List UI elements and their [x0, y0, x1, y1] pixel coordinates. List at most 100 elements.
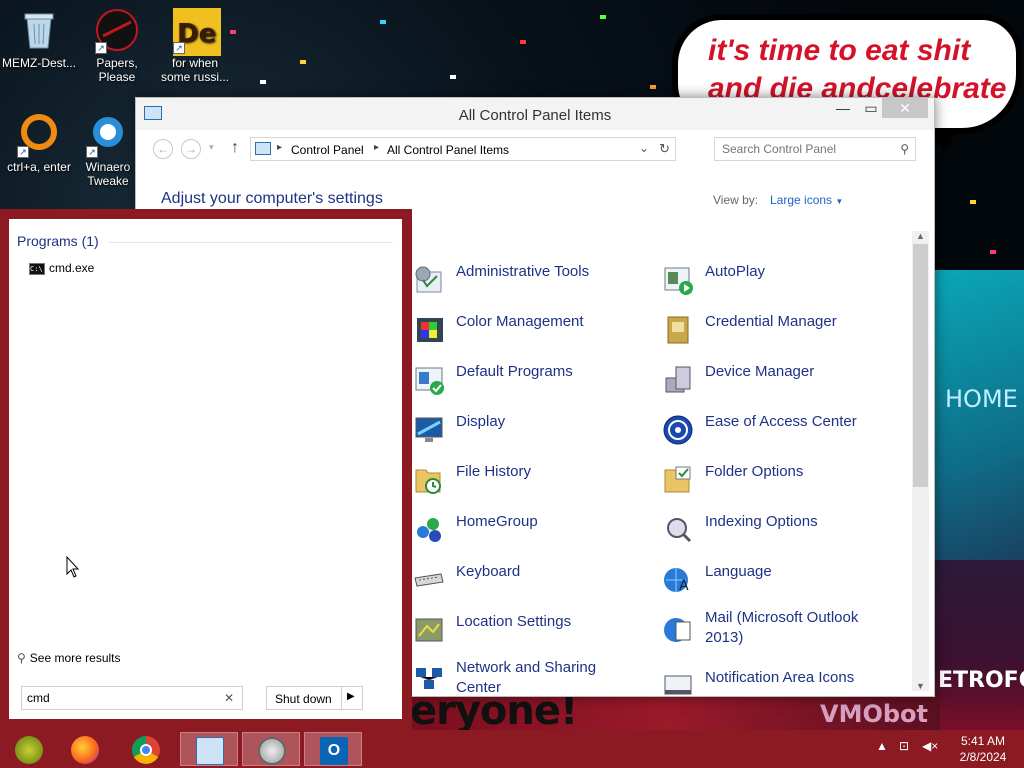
item-label: Color Management — [456, 313, 584, 330]
credential-manager-icon — [662, 314, 694, 346]
breadcrumb-control-panel[interactable]: Control Panel — [291, 143, 364, 157]
desktop-icon-label: MEMZ-Dest... — [2, 56, 76, 70]
item-label: Location Settings — [456, 613, 572, 630]
autoplay-icon — [662, 264, 694, 296]
cp-item-location-settings[interactable]: Location Settings — [413, 612, 633, 652]
scroll-up-icon[interactable]: ▲ — [912, 231, 929, 241]
item-label: AutoPlay — [705, 263, 766, 280]
item-label: Administrative Tools — [456, 263, 590, 280]
recent-locations-icon[interactable]: ▾ — [209, 142, 214, 153]
cp-item-credential-manager[interactable]: Credential Manager — [662, 312, 892, 352]
clock-date: 2/8/2024 — [959, 750, 1007, 764]
network-icon[interactable]: ⊡ — [899, 739, 909, 753]
network-sharing-icon — [413, 660, 445, 692]
cp-item-notification-area[interactable]: Notification Area Icons — [662, 668, 892, 708]
taskbar-safari[interactable] — [242, 732, 300, 766]
ease-of-access-icon — [662, 414, 694, 446]
cp-item-language[interactable]: A Language — [662, 562, 892, 602]
scroll-down-icon[interactable]: ▼ — [912, 681, 929, 691]
cp-item-file-history[interactable]: File History — [413, 462, 633, 502]
cp-item-homegroup[interactable]: HomeGroup — [413, 512, 633, 552]
shutdown-button[interactable]: Shut down ▶ — [266, 686, 363, 710]
vertical-scrollbar[interactable]: ▲ ▼ — [912, 231, 929, 691]
see-more-label: See more results — [29, 651, 121, 665]
cmd-icon: C:\ — [29, 262, 45, 275]
address-bar[interactable]: ▸ Control Panel ▸ All Control Panel Item… — [250, 137, 676, 161]
homegroup-icon — [413, 514, 445, 546]
device-manager-icon — [662, 364, 694, 396]
see-more-results-link[interactable]: ⚲ See more results — [17, 651, 121, 665]
view-by-value: Large icons — [770, 193, 833, 207]
chevron-right-icon: ▸ — [277, 142, 283, 153]
cp-item-indexing-options[interactable]: Indexing Options — [662, 512, 892, 552]
mouse-cursor-icon — [66, 556, 80, 578]
item-label: Display — [456, 413, 506, 430]
minimize-button[interactable]: — — [828, 98, 858, 118]
cp-item-default-programs[interactable]: Default Programs — [413, 362, 633, 402]
forward-button[interactable]: → — [181, 139, 201, 159]
cp-item-administrative-tools[interactable]: Administrative Tools — [413, 262, 633, 302]
taskbar: O ▲ ⊡ ◀× 5:41 AM 2/8/2024 — [0, 730, 1024, 768]
search-input[interactable] — [715, 138, 893, 160]
clock-time: 5:41 AM — [960, 734, 1006, 748]
taskbar-control-panel[interactable] — [180, 732, 238, 766]
divider — [341, 687, 342, 709]
taskbar-firefox[interactable] — [56, 732, 114, 766]
cp-item-ease-of-access[interactable]: Ease of Access Center — [662, 412, 892, 452]
cp-item-folder-options[interactable]: Folder Options — [662, 462, 892, 502]
taskbar-chrome[interactable] — [117, 732, 175, 766]
result-item-cmd[interactable]: C:\ cmd.exe — [29, 261, 94, 275]
desktop-icon-memz[interactable]: MEMZ-Dest... — [0, 8, 78, 70]
app-icon — [15, 736, 43, 764]
view-by-dropdown[interactable]: Large icons ▼ — [770, 193, 843, 207]
title-bar[interactable]: All Control Panel Items — ▭ ✕ — [136, 98, 934, 130]
volume-muted-icon[interactable]: ◀× — [922, 739, 938, 753]
de-app-icon: De ↗ — [173, 8, 221, 56]
refresh-icon[interactable]: ↻ — [659, 141, 670, 157]
desktop-icon-label: for when some russi... — [160, 56, 229, 84]
item-label: Credential Manager — [705, 313, 837, 330]
cp-item-device-manager[interactable]: Device Manager — [662, 362, 892, 402]
desktop-icon-label: Winaero Tweake — [85, 160, 131, 188]
result-label: cmd.exe — [49, 261, 95, 275]
results-group-title: Programs (1) — [17, 233, 99, 249]
firefox-icon — [71, 736, 99, 764]
winaero-tweaker-icon: ↗ — [86, 112, 130, 158]
cp-item-display[interactable]: Display — [413, 412, 633, 452]
breadcrumb-all-items[interactable]: All Control Panel Items — [387, 143, 509, 157]
up-button[interactable]: ↑ — [231, 139, 239, 157]
scrollbar-thumb[interactable] — [913, 244, 928, 487]
desktop-icon-winaero[interactable]: ↗ Winaero Tweake — [78, 112, 138, 188]
administrative-tools-icon — [413, 264, 445, 296]
taskbar-outlook[interactable]: O — [304, 732, 362, 766]
clock[interactable]: 5:41 AM 2/8/2024 — [948, 733, 1018, 765]
view-by-label: View by: — [713, 193, 759, 207]
back-button[interactable]: ← — [153, 139, 173, 159]
cp-item-mail[interactable]: Mail (Microsoft Outlook 2013) — [662, 608, 892, 654]
recycle-bin-icon — [17, 8, 61, 52]
taskbar-app[interactable] — [0, 732, 58, 766]
desktop-icon-ctrl-a[interactable]: ↗ ctrl+a, enter — [0, 112, 78, 174]
start-search-input[interactable] — [22, 687, 218, 709]
color-management-icon — [413, 314, 445, 346]
show-hidden-icons[interactable]: ▲ — [876, 739, 888, 753]
chevron-down-icon[interactable]: ⌄ — [639, 141, 649, 155]
cp-item-color-management[interactable]: Color Management — [413, 312, 633, 352]
start-search-box[interactable]: ✕ — [21, 686, 243, 710]
search-box[interactable]: ⚲ — [714, 137, 916, 161]
desktop-icon-de[interactable]: De ↗ for when some russi... — [156, 8, 234, 84]
default-programs-icon — [413, 364, 445, 396]
cp-item-network-sharing[interactable]: Network and Sharing Center — [413, 658, 633, 698]
wallpaper-text: HOME — [945, 385, 1018, 413]
cp-item-keyboard[interactable]: Keyboard — [413, 562, 633, 602]
control-panel-icon — [196, 737, 224, 765]
chevron-right-icon: ▸ — [374, 142, 380, 153]
safari-icon — [258, 737, 286, 765]
search-icon[interactable]: ⚲ — [900, 142, 909, 156]
close-button[interactable]: ✕ — [882, 98, 928, 118]
clear-icon[interactable]: ✕ — [224, 691, 234, 705]
outlook-icon: O — [320, 737, 348, 765]
cp-item-autoplay[interactable]: AutoPlay — [662, 262, 892, 302]
chevron-right-icon[interactable]: ▶ — [347, 691, 355, 702]
desktop-icon-papers-please[interactable]: ↗ Papers, Please — [78, 8, 156, 84]
